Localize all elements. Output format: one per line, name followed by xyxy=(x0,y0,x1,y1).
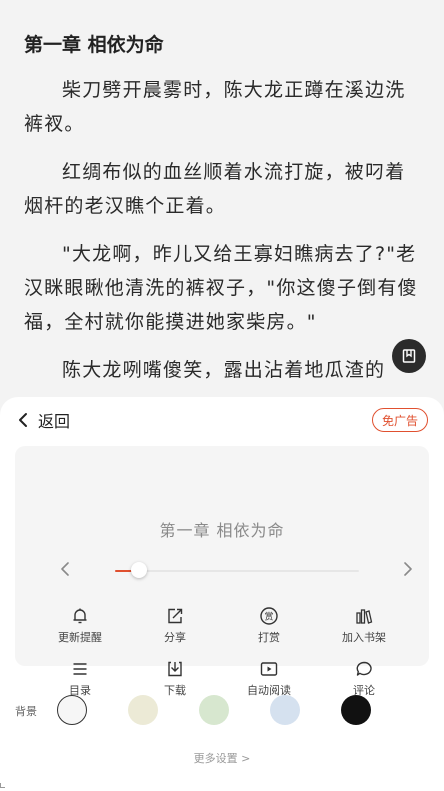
catalog-icon xyxy=(69,658,91,680)
download-icon xyxy=(164,658,186,680)
corner-mark xyxy=(0,783,5,788)
background-swatch-beige[interactable] xyxy=(128,695,158,725)
chevron-right-icon xyxy=(404,562,412,576)
background-swatch-black[interactable] xyxy=(341,695,371,725)
back-label: 返回 xyxy=(38,412,71,431)
action-label: 下载 xyxy=(164,684,186,697)
reading-area[interactable]: 第一章 相依为命 柴刀劈开晨雾时，陈大龙正蹲在溪边洗裤衩。 红绸布似的血丝顺着水… xyxy=(0,0,444,400)
next-chapter-button[interactable] xyxy=(398,559,418,579)
back-button[interactable]: 返回 xyxy=(16,409,70,431)
bookshelf-icon xyxy=(353,605,375,627)
previous-chapter-button[interactable] xyxy=(55,559,75,579)
catalog-button[interactable]: 目录 xyxy=(40,658,120,698)
background-swatch-white[interactable] xyxy=(57,695,87,725)
add-to-bookshelf-button[interactable]: 加入书架 xyxy=(324,605,404,645)
action-label: 更新提醒 xyxy=(58,631,102,644)
download-button[interactable]: 下载 xyxy=(135,658,215,698)
paragraph: 红绸布似的血丝顺着水流打旋，被叼着烟杆的老汉瞧个正着。 xyxy=(24,161,406,217)
reward-button[interactable]: 赏 打赏 xyxy=(229,605,309,645)
chapter-progress-slider[interactable] xyxy=(115,562,359,578)
auto-read-icon xyxy=(258,658,280,680)
action-label: 打赏 xyxy=(258,631,280,644)
progress-thumb[interactable] xyxy=(131,562,148,578)
paragraph: "大龙啊，昨儿又给王寡妇瞧病去了?"老汉眯眼瞅他清洗的裤衩子，"你这傻子倒有傻福… xyxy=(24,243,418,333)
chevron-left-icon xyxy=(61,562,69,576)
background-label: 背景 xyxy=(15,705,37,718)
reader-menu-sheet: 返回 免广告 第一章 相依为命 更新提醒 分享 赏 打赏 加入书架 目录 下载 … xyxy=(0,397,444,791)
more-settings-link[interactable]: 更多设置 > xyxy=(0,750,444,766)
action-label: 加入书架 xyxy=(342,631,386,644)
comment-button[interactable]: 评论 xyxy=(324,658,404,698)
share-button[interactable]: 分享 xyxy=(135,605,215,645)
no-ads-button[interactable]: 免广告 xyxy=(371,408,428,432)
comment-icon xyxy=(353,658,375,680)
current-chapter-title: 第一章 相依为命 xyxy=(159,521,285,540)
action-label: 分享 xyxy=(164,631,186,644)
chapter-title: 第一章 相依为命 xyxy=(24,34,164,56)
control-panel: 第一章 相依为命 更新提醒 分享 赏 打赏 加入书架 目录 下载 自动阅读 评论 xyxy=(15,446,429,697)
bookmark-icon xyxy=(402,349,416,363)
auto-read-button[interactable]: 自动阅读 xyxy=(229,658,309,698)
update-reminder-button[interactable]: 更新提醒 xyxy=(40,605,120,645)
background-swatch-green[interactable] xyxy=(199,695,229,725)
bell-icon xyxy=(69,605,91,627)
share-icon xyxy=(164,605,186,627)
svg-text:赏: 赏 xyxy=(264,611,273,623)
reward-icon: 赏 xyxy=(258,605,280,627)
paragraph: 陈大龙咧嘴傻笑，露出沾着地瓜渣的 xyxy=(62,359,386,381)
bookmark-button[interactable] xyxy=(392,339,426,373)
background-swatch-blue[interactable] xyxy=(270,695,300,725)
paragraph: 柴刀劈开晨雾时，陈大龙正蹲在溪边洗裤衩。 xyxy=(24,79,406,135)
chevron-left-icon xyxy=(19,413,27,427)
